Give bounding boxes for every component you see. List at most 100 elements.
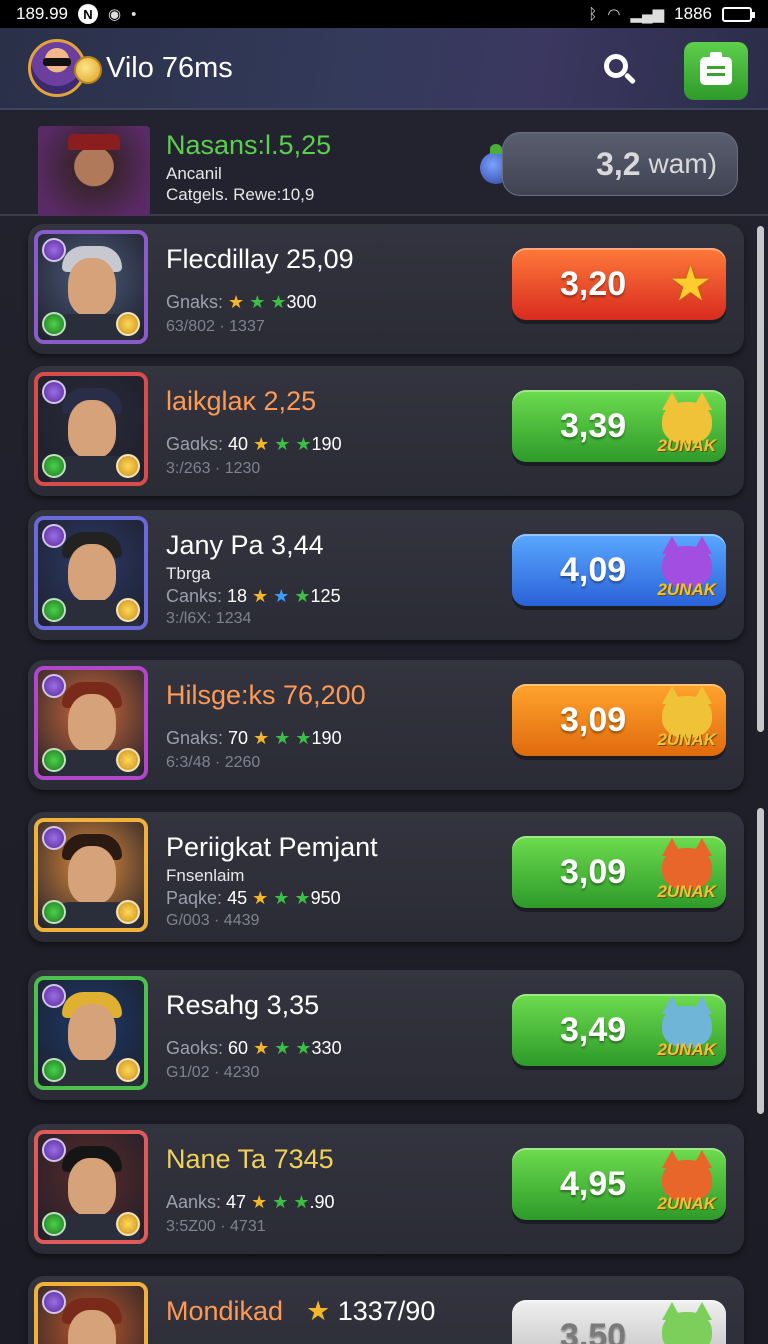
star-icon: ★ xyxy=(274,728,291,748)
stats-prefix: 40 xyxy=(228,434,249,454)
item-title: laikglaĸ 2,25 xyxy=(166,386,317,416)
character-portrait[interactable] xyxy=(34,976,148,1090)
wifi-icon: ◠ xyxy=(607,6,621,23)
price-label: 3,09 xyxy=(560,700,627,739)
element-badge-icon xyxy=(42,1290,66,1314)
clipboard-button[interactable] xyxy=(684,42,748,100)
stats-value: .90 xyxy=(309,1192,335,1212)
item-stats: Canks: 18 ★ ★ ★125 xyxy=(166,586,341,607)
price-label: 3,39 xyxy=(560,406,627,445)
portrait-face xyxy=(68,1004,116,1062)
list-item[interactable]: Hilsge:ks 76,200 Gnaks: 70 ★ ★ ★190 6:3/48… xyxy=(28,660,744,790)
element-badge-icon xyxy=(42,238,66,262)
mascot-head xyxy=(662,1312,712,1344)
search-icon[interactable] xyxy=(600,50,640,90)
dot-icon: • xyxy=(131,5,137,23)
item-code: 6:3/48 · 2260 xyxy=(166,754,261,771)
star-icon: ★ xyxy=(294,586,311,606)
stats-label: Gaɑks: xyxy=(166,434,224,454)
star-icon: ★ xyxy=(295,434,312,454)
stats-value: 190 xyxy=(311,434,342,454)
price-button[interactable]: 3,49 2UNAK xyxy=(512,994,726,1066)
price-button[interactable]: 4,09 2UNAK xyxy=(512,534,726,606)
price-label: 3,50 xyxy=(560,1316,627,1344)
mascot-tag: 2UNAK xyxy=(657,1194,716,1213)
profile-portrait[interactable] xyxy=(38,126,150,216)
list-item[interactable]: Resahg 3,35 Gaoks: 60 ★ ★ ★330 G1/02 · 423… xyxy=(28,970,744,1100)
item-code: 3:5Z00 · 4731 xyxy=(166,1218,266,1235)
character-portrait[interactable] xyxy=(34,372,148,486)
star-icon: ★ xyxy=(252,586,269,606)
price-button[interactable]: 3,09 2UNAK xyxy=(512,836,726,908)
star-icon: ★ xyxy=(274,1038,291,1058)
title-suffix-value: 1337/90 xyxy=(337,1296,436,1326)
price-button[interactable]: 3,50 xyxy=(512,1300,726,1344)
price-button[interactable]: 3,39 2UNAK xyxy=(512,390,726,462)
element-badge-icon xyxy=(42,826,66,850)
stats-value: 950 xyxy=(310,888,341,908)
character-portrait[interactable] xyxy=(34,230,148,344)
coin-icon xyxy=(74,56,102,84)
mascot-tag: 2UNAK xyxy=(657,882,716,901)
mascot-tag: 2UNAK xyxy=(657,1040,716,1059)
clipboard-icon xyxy=(700,52,732,85)
list-item[interactable]: Nane Ta 7345 Aanks: 47 ★ ★ ★.90 3:5Z00 · 4… xyxy=(28,1124,744,1254)
rank-star-icon xyxy=(42,454,66,478)
list-item[interactable]: Mondikad ★ 1337/90 3,50 xyxy=(28,1276,744,1344)
stats-prefix: 45 xyxy=(227,888,248,908)
character-portrait[interactable] xyxy=(34,1282,148,1344)
item-title: Jany Pa 3,44 xyxy=(166,530,324,560)
element-badge-icon xyxy=(42,1138,66,1162)
item-code: G/003 · 4439 xyxy=(166,912,260,929)
stats-label: Paqke: xyxy=(166,888,223,908)
status-bar: 189.99 N ◉ • ᛒ ◠ ▂▄▆ 1886 xyxy=(0,0,768,28)
character-portrait[interactable] xyxy=(34,818,148,932)
n-badge-icon: N xyxy=(78,4,98,24)
list-item[interactable]: laikglaĸ 2,25 Gaɑks: 40 ★ ★ ★190 3:/263 · … xyxy=(28,366,744,496)
element-badge-icon xyxy=(42,380,66,404)
star-icon: ★ xyxy=(273,888,290,908)
price-button[interactable]: 3,09 2UNAK xyxy=(512,684,726,756)
list-item[interactable]: Jany Pa 3,44 Tbrga Canks: 18 ★ ★ ★125 3:/l6… xyxy=(28,510,744,640)
mascot-tag: 2UNAK xyxy=(657,730,716,749)
rank-star-icon xyxy=(42,312,66,336)
app-header: Vilo 76ms xyxy=(0,28,768,110)
stats-label: Aanks: xyxy=(166,1192,222,1212)
rank-star-icon xyxy=(42,1212,66,1236)
rank-star-icon xyxy=(42,598,66,622)
item-code: 3:/263 · 1230 xyxy=(166,460,261,477)
star-icon: ★ xyxy=(249,292,266,312)
stats-label: Gnaks: xyxy=(166,728,224,748)
stats-value: 300 xyxy=(286,292,317,312)
bluetooth-icon: ᛒ xyxy=(588,5,598,23)
list-item[interactable]: Periigkat Pemjant Fnsenlaim Paqke: 45 ★ ★ … xyxy=(28,812,744,942)
item-title: Resahg 3,35 xyxy=(166,990,320,1020)
pill-value: 3,2 xyxy=(596,145,641,182)
stats-prefix: 18 xyxy=(227,586,248,606)
character-portrait[interactable] xyxy=(34,666,148,780)
item-title-suffix: ★ 1337/90 xyxy=(306,1296,435,1327)
list-item[interactable]: Flecdillay 25,09 Gnaks: ★ ★ ★300 63/802 · … xyxy=(28,224,744,354)
character-portrait[interactable] xyxy=(34,1130,148,1244)
profile-value-pill[interactable]: 3,2 wam) xyxy=(502,132,738,196)
character-portrait[interactable] xyxy=(34,516,148,630)
star-icon: ★ xyxy=(293,1192,310,1212)
price-button[interactable]: 3,20 ★ xyxy=(512,248,726,320)
portrait-face xyxy=(68,544,116,602)
status-left: 189.99 N ◉ • xyxy=(16,4,136,24)
scrollbar-bottom[interactable] xyxy=(757,808,764,1114)
item-title: Nane Ta 7345 xyxy=(166,1144,334,1174)
profile-subtitle: Ancanil xyxy=(166,164,222,183)
mascot-tag: 2UNAK xyxy=(657,436,716,455)
rank-star-icon xyxy=(42,900,66,924)
scrollbar-top[interactable] xyxy=(757,226,764,732)
portrait-face xyxy=(68,1158,116,1216)
price-button[interactable]: 4,95 2UNAK xyxy=(512,1148,726,1220)
status-right-text: 1886 xyxy=(674,4,712,23)
coin-badge-icon xyxy=(116,312,140,336)
search-handle xyxy=(623,72,637,85)
rank-star-icon xyxy=(42,1058,66,1082)
rank-star-icon xyxy=(42,748,66,772)
price-label: 4,09 xyxy=(560,550,627,589)
cat-mascot-icon xyxy=(658,1302,716,1344)
